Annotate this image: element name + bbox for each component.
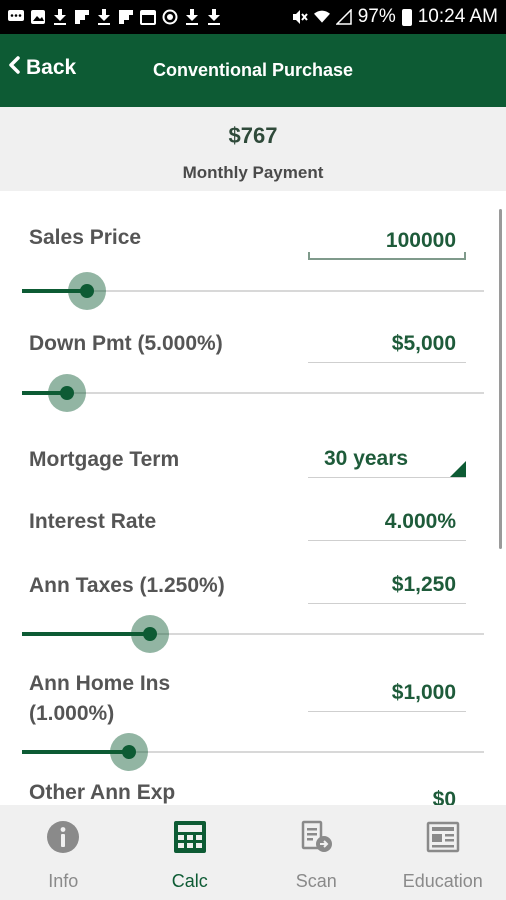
calendar-icon (140, 9, 156, 25)
down-payment-input[interactable]: $5,000 (308, 327, 466, 363)
nav-calc[interactable]: Calc (127, 805, 254, 900)
slider-thumb[interactable] (131, 615, 169, 653)
down-payment-label: Down Pmt (5.000%) (29, 332, 223, 355)
interest-rate-label: Interest Rate (29, 510, 157, 533)
nav-education-label: Education (402, 871, 483, 891)
system-status: 97% 10:24 AM (292, 6, 498, 28)
annual-taxes-slider[interactable] (22, 614, 484, 654)
slider-thumb[interactable] (110, 733, 148, 771)
page-title: Conventional Purchase (152, 60, 354, 80)
target-icon (162, 9, 178, 25)
slider-thumb[interactable] (48, 374, 86, 412)
bottom-navigation: Info Calc Scan Education (0, 805, 506, 900)
mortgage-term-label: Mortgage Term (29, 448, 180, 471)
image-icon (30, 9, 46, 25)
nav-education[interactable]: Education (380, 805, 506, 900)
flipboard-icon (118, 9, 134, 25)
signal-icon (335, 9, 352, 25)
app-header: Back Conventional Purchase (0, 34, 506, 107)
annual-home-insurance-input[interactable]: $1,000 (308, 676, 466, 712)
flipboard-icon (74, 9, 90, 25)
battery-percent: 97% (357, 6, 396, 27)
down-payment-slider[interactable] (22, 373, 484, 413)
newspaper-icon (425, 819, 461, 855)
info-icon (45, 819, 81, 855)
download-icon (206, 9, 222, 25)
annual-taxes-input[interactable]: $1,250 (308, 568, 466, 604)
message-icon (8, 9, 24, 25)
calculator-form[interactable]: Sales Price 100000 Down Pmt (5.000%) $5,… (0, 191, 506, 805)
download-icon (184, 9, 200, 25)
nav-info[interactable]: Info (0, 805, 127, 900)
payment-summary: $767 Monthly Payment (0, 107, 506, 191)
sales-price-label: Sales Price (29, 226, 142, 249)
monthly-payment-label: Monthly Payment (182, 163, 324, 182)
mute-icon (292, 9, 308, 25)
nav-scan-label: Scan (295, 871, 337, 891)
battery-icon (401, 8, 412, 26)
annual-home-insurance-label: Ann Home Ins (29, 672, 171, 695)
annual-taxes-label: Ann Taxes (1.250%) (29, 574, 225, 597)
mortgage-term-value: 30 years (324, 447, 409, 470)
status-bar: 97% 10:24 AM (0, 0, 506, 34)
download-icon (52, 9, 68, 25)
sales-price-slider[interactable] (22, 271, 484, 311)
nav-info-label: Info (48, 871, 79, 891)
annual-home-insurance-percent: (1.000%) (29, 702, 115, 725)
sales-price-input[interactable]: 100000 (308, 224, 466, 260)
annual-home-insurance-slider[interactable] (22, 732, 484, 772)
monthly-payment-amount: $767 (228, 123, 278, 148)
mortgage-term-select[interactable]: 30 years (308, 442, 466, 478)
other-annual-expense-label: Other Ann Exp (29, 781, 176, 804)
notification-icons (8, 9, 222, 25)
calculator-icon (172, 819, 208, 855)
nav-calc-label: Calc (171, 871, 208, 891)
slider-thumb[interactable] (68, 272, 106, 310)
interest-rate-input[interactable]: 4.000% (308, 505, 466, 541)
slider-track (22, 392, 484, 394)
other-annual-expense-input[interactable]: $0 (308, 783, 466, 805)
scrollbar[interactable] (499, 209, 502, 549)
download-icon (96, 9, 112, 25)
clock: 10:24 AM (417, 6, 498, 27)
scan-icon (298, 819, 334, 855)
dropdown-arrow-icon (450, 461, 466, 477)
nav-scan[interactable]: Scan (253, 805, 380, 900)
wifi-icon (313, 9, 330, 25)
